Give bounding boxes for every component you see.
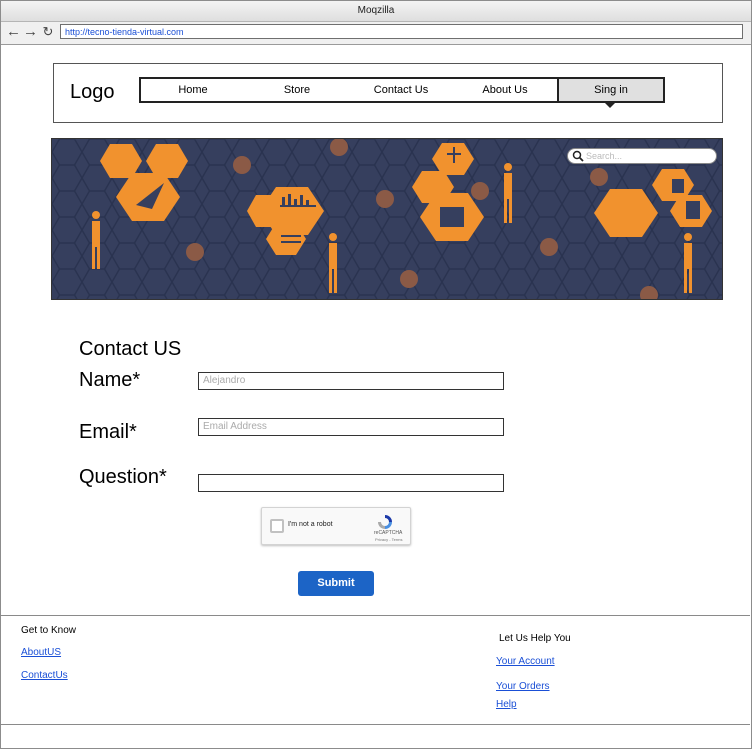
nav-store[interactable]: Store (245, 79, 349, 101)
submit-button[interactable]: Submit (298, 571, 374, 596)
search-input[interactable]: Search... (567, 148, 717, 164)
search-placeholder: Search... (586, 151, 623, 161)
recaptcha-logo-icon (378, 515, 392, 529)
recaptcha-widget: I'm not a robot reCAPTCHA Privacy - Term… (261, 507, 411, 545)
footer-link-about-us[interactable]: AboutUS (21, 647, 61, 658)
captcha-checkbox[interactable] (270, 519, 284, 533)
nav-sign-in[interactable]: Sing in (557, 79, 663, 108)
footer-link-your-account[interactable]: Your Account (496, 656, 555, 667)
footer-link-your-orders[interactable]: Your Orders (496, 681, 550, 692)
main-nav: Home Store Contact Us About Us Sing in (139, 77, 665, 108)
back-arrow-icon[interactable]: ← (6, 24, 21, 40)
window-title: Moqzilla (1, 1, 751, 22)
question-label: Question* (79, 466, 167, 488)
name-label: Name* (79, 369, 141, 391)
footer-divider-top (0, 615, 750, 616)
footer-link-contact-us[interactable]: ContactUs (21, 670, 68, 681)
captcha-brand: reCAPTCHA (374, 530, 403, 536)
footer-link-help[interactable]: Help (496, 699, 517, 710)
footer-divider-bottom (0, 724, 750, 725)
browser-toolbar: ← → ↻ http://tecno-tienda-virtual.com (1, 22, 751, 45)
search-icon (572, 150, 584, 162)
footer-heading-help: Let Us Help You (499, 633, 571, 644)
reload-icon[interactable]: ↻ (41, 24, 55, 40)
address-bar[interactable]: http://tecno-tienda-virtual.com (60, 24, 743, 39)
question-input[interactable] (198, 474, 504, 492)
site-logo[interactable]: Logo (70, 81, 115, 104)
nav-contact-us[interactable]: Contact Us (349, 79, 453, 101)
email-label: Email* (79, 421, 137, 443)
contact-title: Contact US (79, 338, 182, 360)
forward-arrow-icon[interactable]: → (23, 24, 38, 40)
captcha-links[interactable]: Privacy - Terms (375, 537, 402, 542)
captcha-label: I'm not a robot (288, 521, 333, 528)
footer-heading-get-to-know: Get to Know (21, 625, 77, 636)
name-input[interactable]: Alejandro (198, 372, 504, 390)
nav-about-us[interactable]: About Us (453, 79, 557, 101)
email-input[interactable]: Email Address (198, 418, 504, 436)
nav-home[interactable]: Home (141, 79, 245, 101)
